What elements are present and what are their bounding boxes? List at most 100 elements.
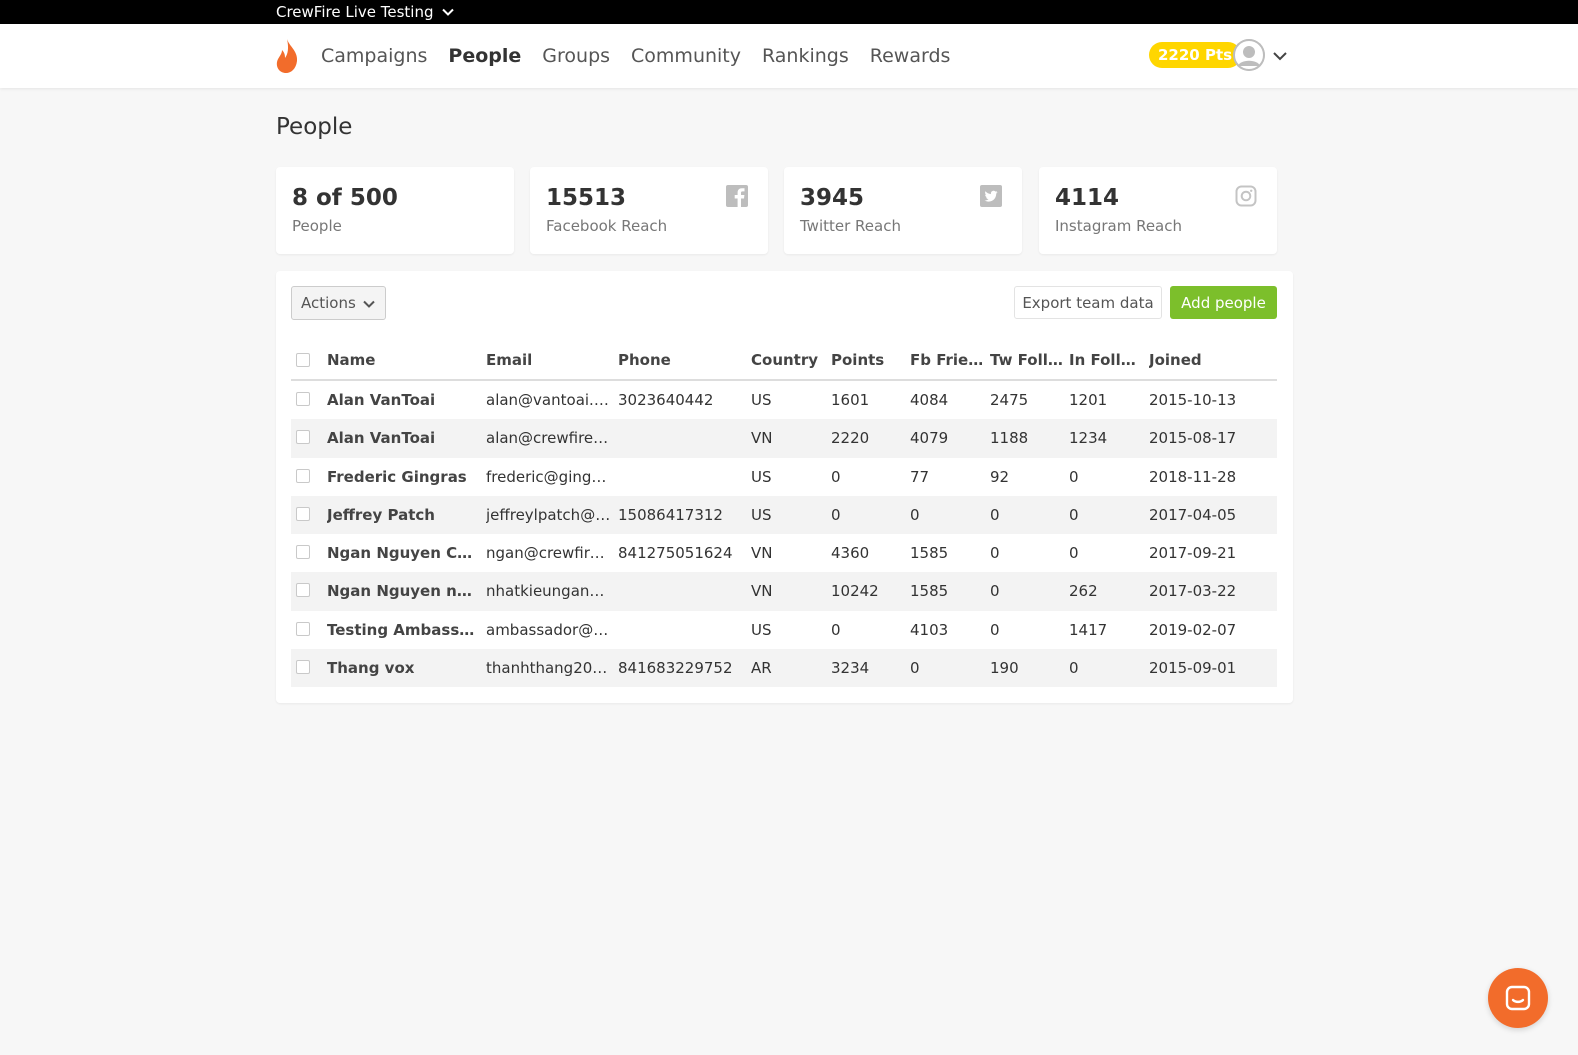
nav-menu: Campaigns People Groups Community Rankin… [321, 24, 971, 88]
row-checkbox[interactable] [296, 660, 310, 675]
cell-email: ngan@crewfire… [486, 544, 611, 563]
nav-item-rewards[interactable]: Rewards [870, 45, 951, 67]
facebook-icon [726, 185, 748, 207]
cell-phone: 15086417312 [618, 505, 723, 524]
cell-points: 0 [831, 620, 841, 639]
column-header-in-followers[interactable]: In Foll… [1069, 351, 1141, 369]
cell-country: US [751, 391, 772, 409]
avatar[interactable] [1233, 39, 1265, 71]
org-switcher[interactable]: CrewFire Live Testing [276, 0, 455, 24]
nav-item-community[interactable]: Community [631, 45, 741, 67]
cell-country: US [751, 467, 772, 486]
cell-name[interactable]: Thang vox [327, 659, 477, 677]
cell-in-followers: 0 [1069, 659, 1079, 678]
table-row[interactable]: Alan VanToai alan@crewfire.… VN 2220 4079 118… [291, 419, 1277, 458]
stat-value: 8 of 500 [292, 185, 398, 211]
row-checkbox[interactable] [296, 621, 310, 636]
chat-launcher-button[interactable] [1488, 968, 1548, 1028]
stat-label: Instagram Reach [1055, 217, 1183, 235]
cell-name[interactable]: Testing Ambassa… [327, 621, 477, 639]
column-header-tw-followers[interactable]: Tw Foll… [990, 351, 1062, 369]
table-row[interactable]: Thang vox thanhthang20… 841683229752 AR 3234… [291, 649, 1277, 688]
chevron-down-icon [363, 300, 375, 308]
cell-points: 0 [831, 467, 841, 486]
column-header-points[interactable]: Points [831, 351, 903, 369]
cell-points: 0 [831, 505, 841, 524]
cell-country: VN [751, 582, 773, 601]
chevron-down-icon[interactable] [1272, 48, 1288, 64]
stat-value: 15513 [546, 185, 627, 211]
nav-item-groups[interactable]: Groups [542, 45, 610, 67]
cell-tw-followers: 0 [990, 620, 1000, 639]
table-row[interactable]: Ngan Nguyen nha… nhatkieungann… VN 10242 158… [291, 572, 1277, 611]
cell-joined: 2015-08-17 [1149, 429, 1237, 448]
table-row[interactable]: Ngan Nguyen Cre… ngan@crewfire… 8412750516… [291, 534, 1277, 572]
cell-fb-friends: 1585 [910, 582, 949, 601]
instagram-icon [1235, 185, 1257, 207]
column-header-country[interactable]: Country [751, 351, 823, 369]
cell-name[interactable]: Alan VanToai [327, 429, 477, 447]
cell-phone: 841275051624 [618, 544, 733, 563]
cell-name[interactable]: Ngan Nguyen nha… [327, 582, 477, 600]
row-checkbox[interactable] [296, 392, 310, 406]
cell-joined: 2015-10-13 [1149, 391, 1237, 409]
cell-name[interactable]: Ngan Nguyen Cre… [327, 544, 477, 562]
cell-email: alan@vantoai.c… [486, 391, 611, 409]
column-header-fb-friends[interactable]: Fb Frie… [910, 351, 982, 369]
cell-in-followers: 0 [1069, 505, 1079, 524]
table-row[interactable]: Alan VanToai alan@vantoai.c… 3023640442 US 1… [291, 381, 1277, 419]
nav-item-campaigns[interactable]: Campaigns [321, 45, 427, 67]
twitter-icon [980, 185, 1002, 207]
table-row[interactable]: Testing Ambassa… ambassador@v… US 0 4103 0 141… [291, 611, 1277, 649]
people-table: Name Email Phone Country Points Fb Frie…… [291, 342, 1277, 688]
people-panel: Actions Export team data Add people Name… [276, 271, 1293, 703]
nav-item-rankings[interactable]: Rankings [762, 45, 849, 67]
row-checkbox[interactable] [296, 583, 310, 598]
cell-country: US [751, 505, 772, 524]
stat-label: Twitter Reach [800, 217, 901, 235]
actions-label: Actions [301, 294, 356, 312]
cell-country: VN [751, 544, 773, 563]
cell-tw-followers: 0 [990, 582, 1000, 601]
stat-card-twitter: 3945 Twitter Reach [784, 167, 1022, 254]
row-checkbox[interactable] [296, 468, 310, 483]
stat-card-instagram: 4114 Instagram Reach [1039, 167, 1277, 254]
column-header-phone[interactable]: Phone [618, 351, 743, 369]
cell-fb-friends: 4079 [910, 429, 949, 448]
table-body: Alan VanToai alan@vantoai.c… 3023640442 US 1… [291, 381, 1277, 688]
points-badge[interactable]: 2220 Pts [1149, 42, 1242, 68]
row-checkbox[interactable] [296, 545, 310, 560]
user-avatar-icon [1233, 39, 1265, 71]
cell-in-followers: 0 [1069, 544, 1079, 563]
export-team-data-button[interactable]: Export team data [1014, 286, 1162, 319]
row-checkbox[interactable] [296, 430, 310, 445]
cell-name[interactable]: Jeffrey Patch [327, 506, 477, 524]
cell-in-followers: 0 [1069, 467, 1079, 486]
cell-fb-friends: 0 [910, 659, 920, 678]
column-header-joined[interactable]: Joined [1149, 351, 1269, 369]
org-name: CrewFire Live Testing [276, 3, 434, 21]
add-people-button[interactable]: Add people [1170, 286, 1277, 319]
actions-dropdown[interactable]: Actions [291, 286, 386, 320]
column-header-email[interactable]: Email [486, 351, 611, 369]
cell-in-followers: 1201 [1069, 391, 1108, 409]
table-row[interactable]: Jeffrey Patch jeffreylpatch@… 15086417312 U… [291, 495, 1277, 535]
cell-joined: 2017-04-05 [1149, 505, 1237, 524]
cell-joined: 2017-03-22 [1149, 582, 1237, 601]
cell-in-followers: 262 [1069, 582, 1098, 601]
crewfire-logo-icon[interactable] [274, 38, 300, 74]
cell-email: alan@crewfire.… [486, 429, 611, 448]
cell-name[interactable]: Alan VanToai [327, 391, 477, 409]
nav-item-people[interactable]: People [448, 45, 521, 67]
chevron-down-icon [442, 8, 455, 16]
column-header-name[interactable]: Name [327, 351, 477, 369]
cell-fb-friends: 0 [910, 505, 920, 524]
table-row[interactable]: Frederic Gingras frederic@gingr… US 0 77 92 0 2… [291, 458, 1277, 496]
stat-card-facebook: 15513 Facebook Reach [530, 167, 768, 254]
row-checkbox[interactable] [296, 506, 310, 521]
cell-email: thanhthang20… [486, 659, 608, 678]
cell-tw-followers: 190 [990, 659, 1019, 678]
cell-tw-followers: 0 [990, 505, 1000, 524]
cell-name[interactable]: Frederic Gingras [327, 468, 477, 486]
select-all-checkbox[interactable] [296, 353, 310, 367]
